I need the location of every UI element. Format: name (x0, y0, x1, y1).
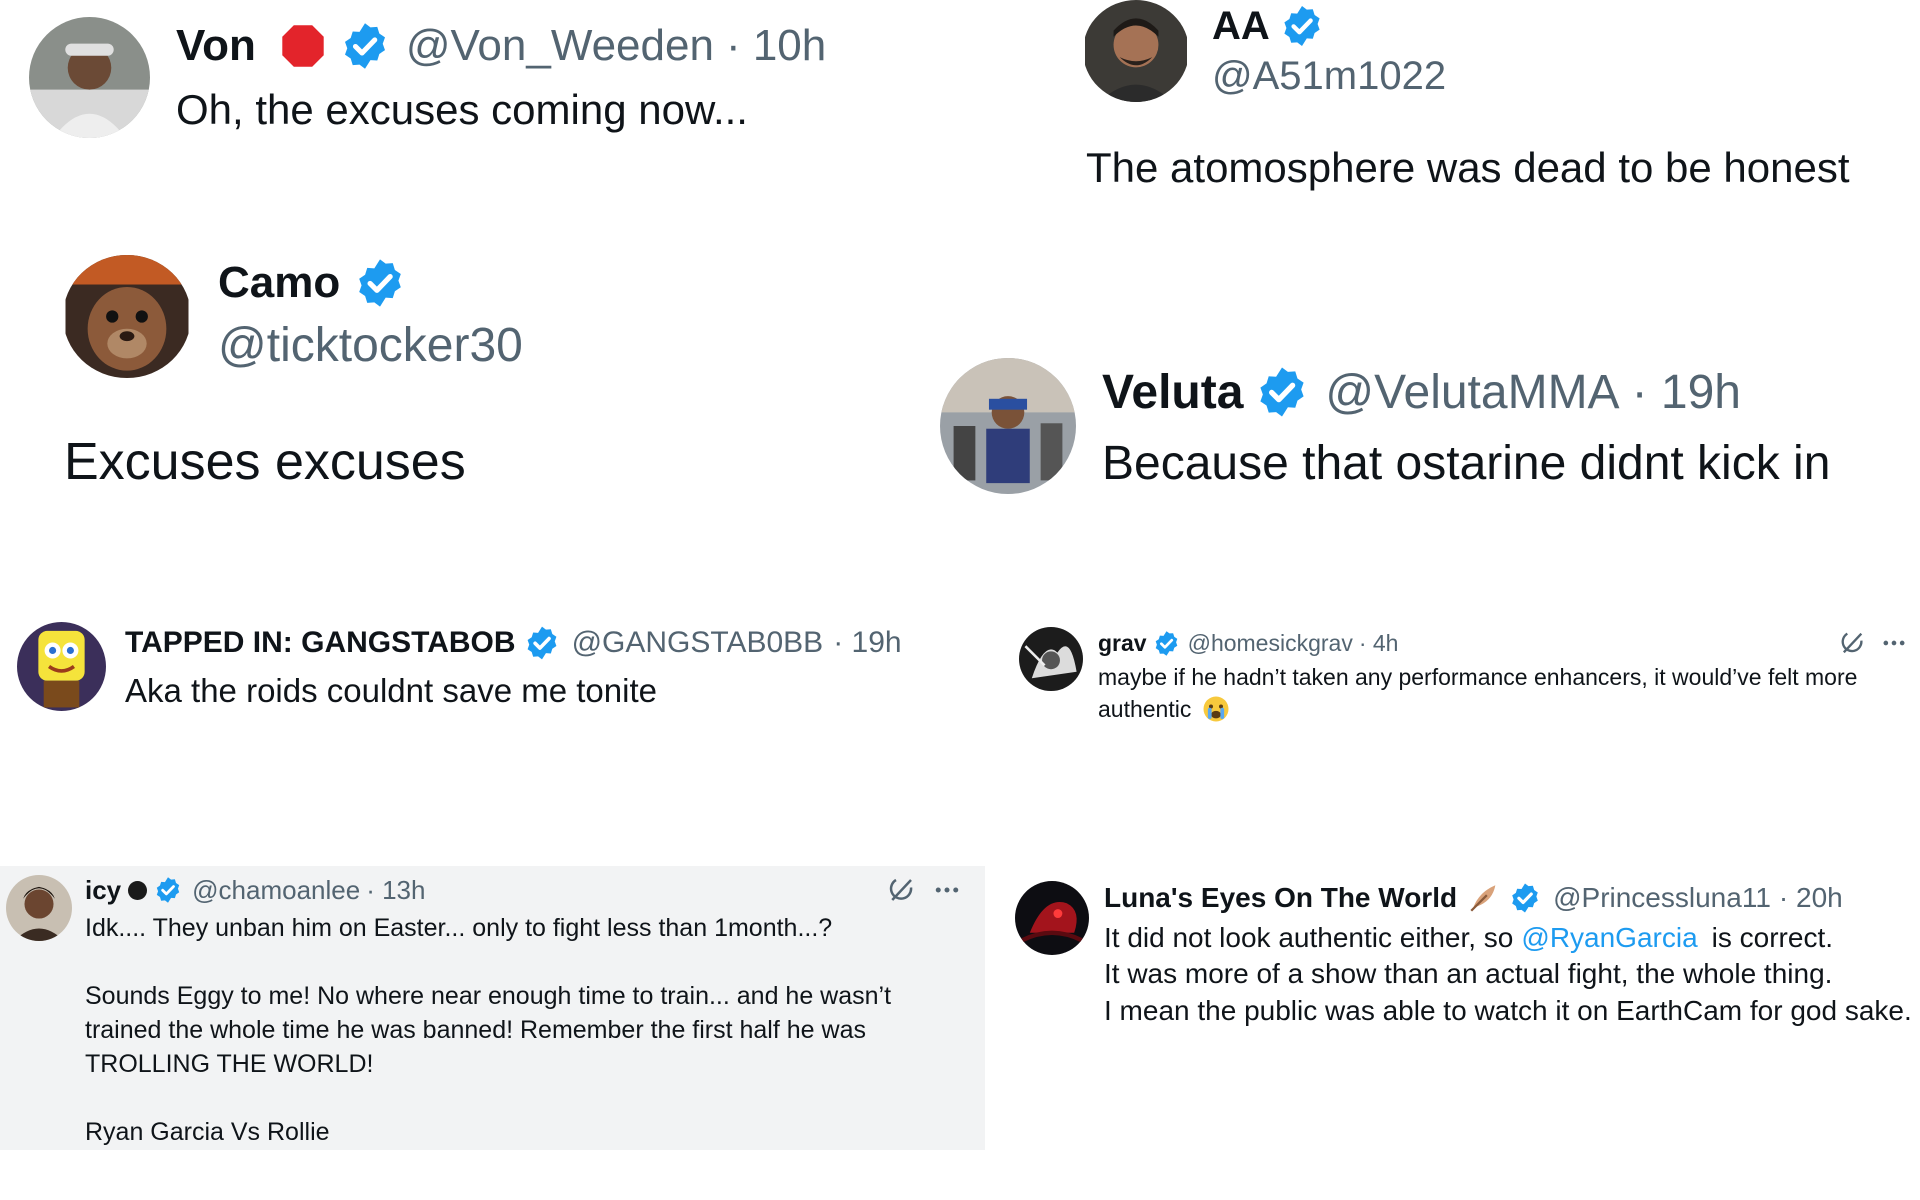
handle[interactable]: @Princessluna11 (1553, 882, 1771, 914)
avatar[interactable] (17, 622, 106, 711)
display-name[interactable]: AA (1212, 4, 1270, 49)
tweet-text: Because that ostarine didnt kick in (1102, 437, 1831, 490)
verified-badge-icon (154, 876, 182, 904)
verified-badge-icon (1153, 630, 1180, 657)
avatar[interactable] (1019, 627, 1083, 691)
status-dot-icon (128, 880, 148, 900)
avatar[interactable] (29, 17, 150, 138)
verified-badge-icon (1280, 4, 1324, 48)
timestamp[interactable]: · 13h (366, 875, 425, 906)
avatar[interactable] (940, 358, 1076, 494)
display-name[interactable]: grav (1098, 630, 1147, 657)
tweet-text: The atomosphere was dead to be honest (1086, 144, 1850, 191)
handle[interactable]: @VelutaMMA (1325, 365, 1619, 420)
tweet-text-line: Ryan Garcia Vs Rollie (85, 1118, 330, 1146)
timestamp[interactable]: · 4h (1359, 630, 1399, 657)
verified-badge-icon (354, 257, 406, 309)
avatar[interactable] (1015, 881, 1089, 955)
handle[interactable]: @A51m1022 (1212, 54, 1446, 99)
grok-icon[interactable] (886, 875, 916, 905)
avatar[interactable] (1083, 0, 1189, 102)
timestamp[interactable]: · 19h (1632, 365, 1741, 420)
tweet-text-line: I mean the public was able to watch it o… (1104, 995, 1912, 1026)
display-name[interactable]: Veluta (1102, 365, 1243, 420)
timestamp[interactable]: · 20h (1779, 882, 1843, 914)
tweet-text-line: Sounds Eggy to me! No where near enough … (85, 982, 892, 1010)
display-name[interactable]: TAPPED IN: GANGSTABOB (125, 626, 516, 660)
stop-sign-icon (280, 23, 326, 69)
verified-badge-icon (1509, 882, 1541, 914)
display-name[interactable]: icy (85, 875, 121, 906)
handle[interactable]: @GANGSTAB0BB (572, 626, 824, 660)
feather-icon (1467, 881, 1501, 915)
display-name[interactable]: Camo (218, 258, 340, 308)
mention-link[interactable]: @RyanGarcia (1521, 922, 1697, 954)
verified-badge-icon (340, 21, 390, 71)
tweet-text: Excuses excuses (64, 433, 466, 491)
timestamp[interactable]: · 10h (726, 21, 826, 71)
tweet-text-line: maybe if he hadn’t taken any performance… (1098, 664, 1858, 690)
verified-badge-icon (524, 625, 560, 661)
display-name[interactable]: Luna's Eyes On The World (1104, 882, 1457, 914)
tweet-text: Aka the roids couldnt save me tonite (125, 672, 657, 709)
tweet-text-line: It was more of a show than an actual fig… (1104, 958, 1833, 989)
handle[interactable]: @ticktocker30 (218, 318, 523, 373)
display-name[interactable]: Von (176, 21, 256, 71)
tweet-text-line: TROLLING THE WORLD! (85, 1050, 374, 1078)
tweet-text-segment: It did not look authentic either, so (1104, 922, 1514, 953)
handle[interactable]: @homesickgrav (1188, 630, 1353, 657)
tweet-text-line: authentic (1098, 695, 1192, 722)
timestamp[interactable]: · 19h (833, 626, 901, 660)
more-options-icon[interactable] (1880, 629, 1908, 657)
avatar[interactable] (63, 255, 191, 378)
crying-face-icon (1201, 694, 1231, 724)
avatar[interactable] (6, 875, 72, 941)
tweet-text-line: Idk.... They unban him on Easter... only… (85, 914, 833, 942)
verified-badge-icon (1255, 365, 1309, 419)
handle[interactable]: @Von_Weeden (406, 21, 714, 71)
tweet-text-segment: is correct. (1711, 922, 1834, 953)
tweet-text-line: trained the whole time he was banned! Re… (85, 1016, 866, 1044)
tweet-text: Oh, the excuses coming now... (176, 86, 748, 133)
handle[interactable]: @chamoanlee (192, 875, 360, 906)
grok-icon[interactable] (1838, 629, 1866, 657)
more-options-icon[interactable] (932, 875, 962, 905)
